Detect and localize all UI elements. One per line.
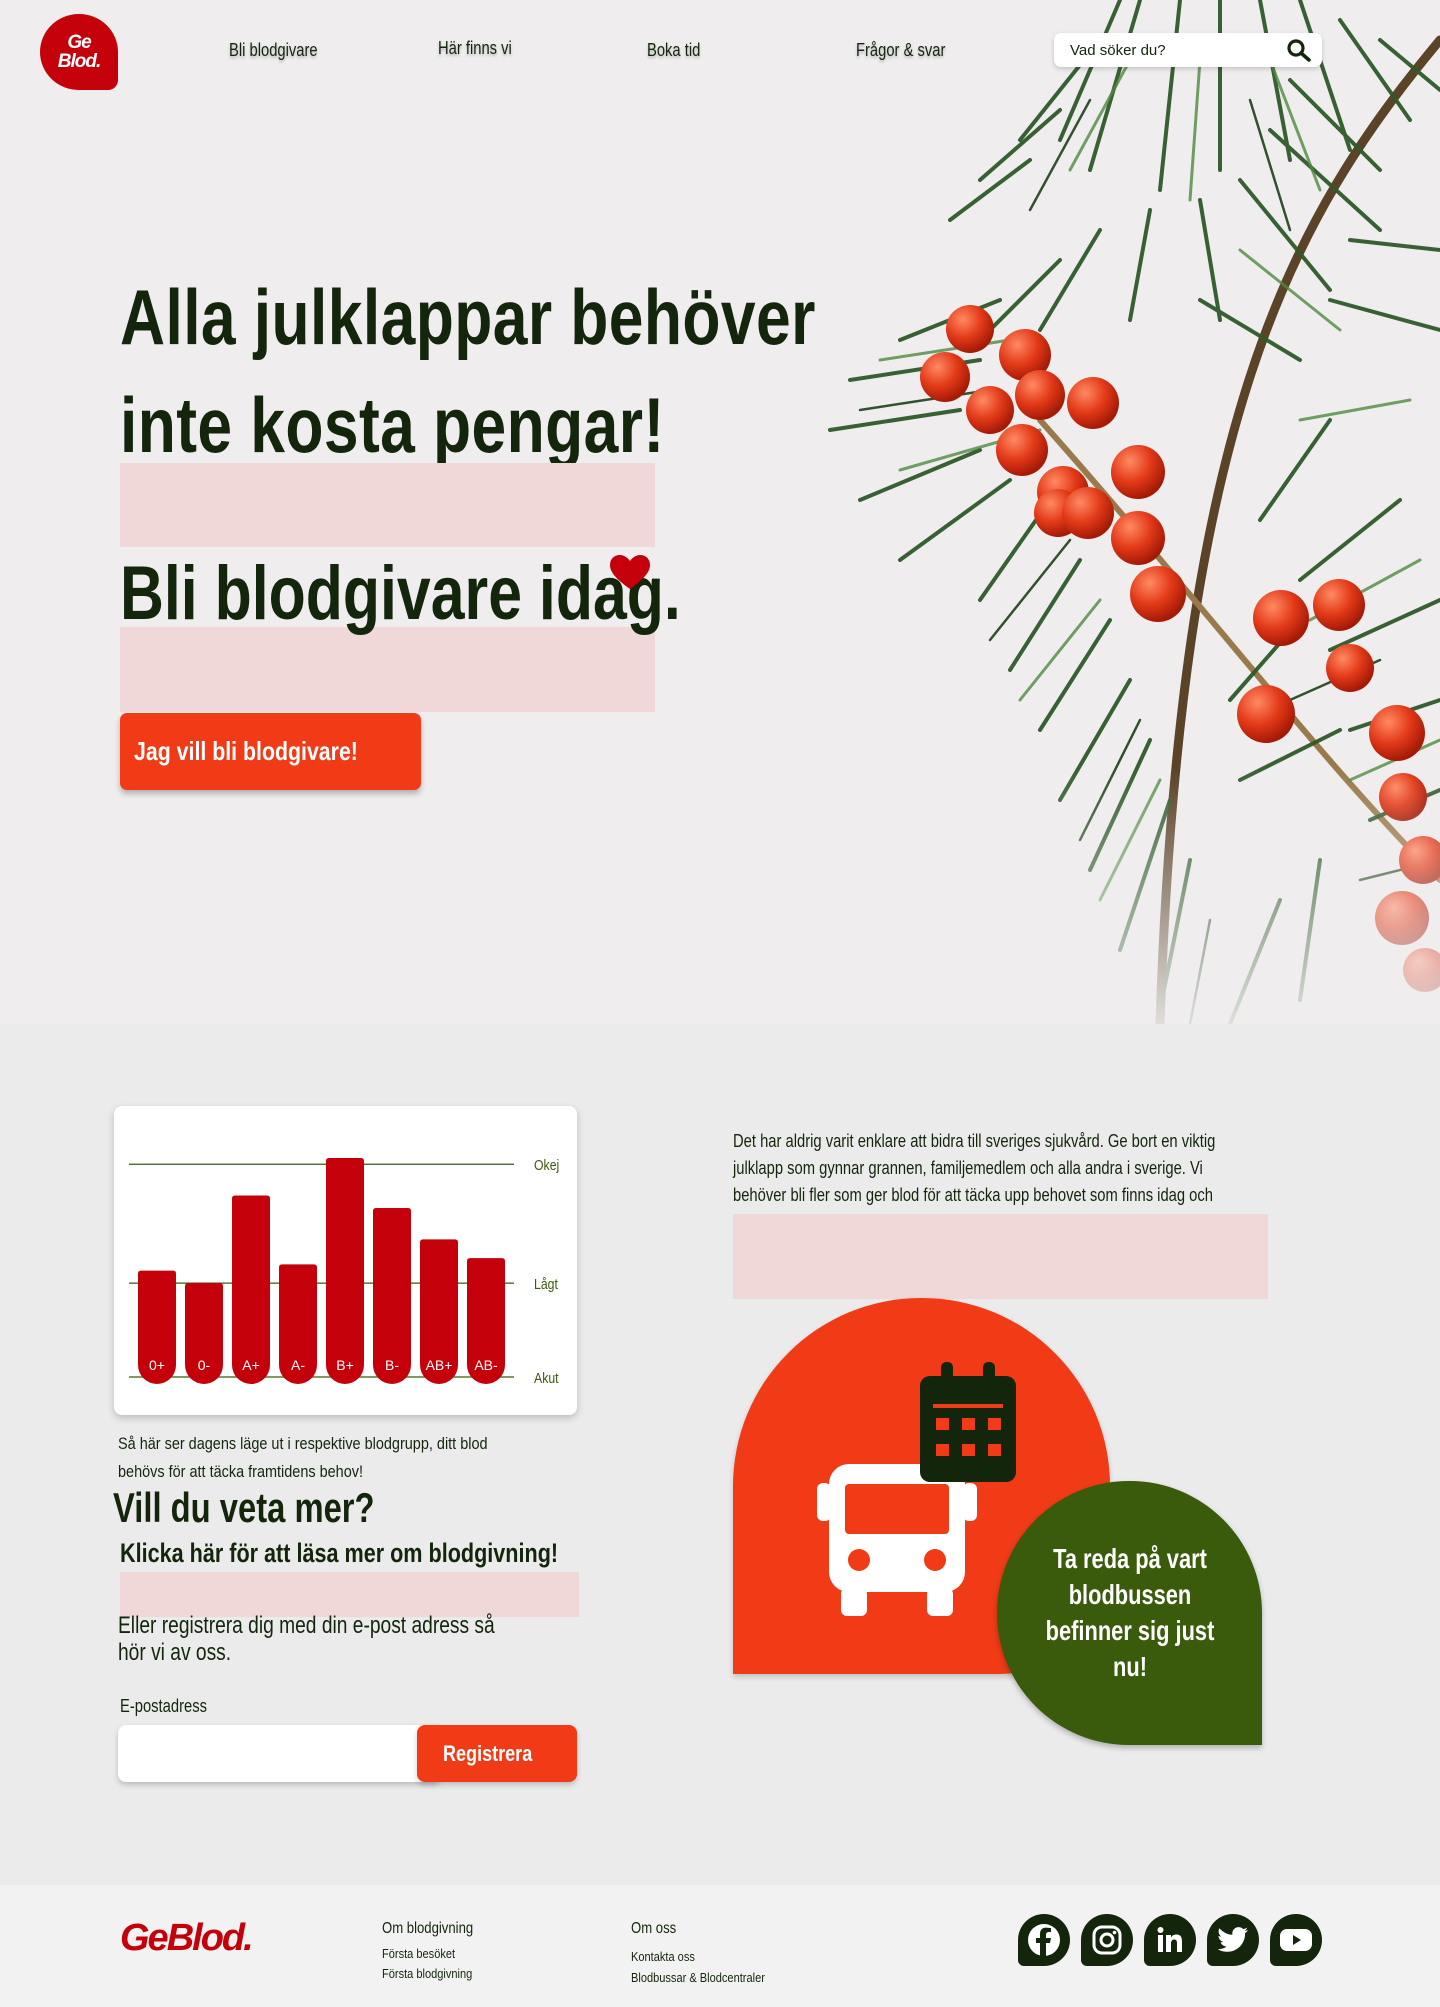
twitter-icon[interactable] [1207,1914,1259,1966]
youtube-icon[interactable] [1270,1914,1322,1966]
blood-level-chart-card: Okej Lågt Akut 0+ 0- A+ A- B+ B- AB+ AB- [114,1106,577,1415]
nav-item-fragor-svar[interactable]: Frågor & svar [856,40,965,61]
hero-subheadline: Bli blodgivare idag. [120,551,681,636]
footer-col-title-om-blodgivning[interactable]: Om blodgivning [382,1920,473,1938]
bar-label: B- [385,1357,399,1373]
youtube-glyph [1280,1929,1312,1951]
find-blood-bus-button[interactable]: Ta reda på vart blodbussen befinner sig … [997,1481,1262,1745]
footer-logo[interactable]: GeBlod. [120,1917,254,1960]
read-more-link[interactable]: Klicka här för att läsa mer om blodgivni… [120,1538,558,1569]
cta-label: Jag vill bli blodgivare! [133,736,358,766]
hero-headline-line-2: inte kosta pengar! [120,381,665,469]
highlight-bar [733,1214,1268,1299]
reference-line-label: Okej [534,1157,559,1173]
search-icon[interactable] [1286,38,1312,62]
footer-link-blodbussar[interactable]: Blodbussar & Blodcentraler [631,1970,765,1985]
nav-label: Här finns vi [438,38,512,58]
bar-label: A- [291,1357,305,1373]
linkedin-icon[interactable] [1144,1914,1196,1966]
nav-label: Frågor & svar [856,40,946,60]
bar-label: 0+ [149,1357,165,1373]
heart-icon [610,555,650,589]
bar-A+ [232,1195,270,1384]
highlight-bar [120,627,655,712]
instagram-glyph [1092,1925,1122,1955]
bar-label: A+ [242,1357,260,1373]
hero-headline-line-1: Alla julklappar behöver [120,273,816,361]
twitter-glyph [1217,1927,1248,1952]
logo-line-2: Blod. [57,51,101,72]
nav-item-har-finns-vi[interactable]: Här finns vi [438,38,528,59]
geblod-logo[interactable]: Ge Blod. [40,14,118,90]
become-donor-button[interactable]: Jag vill bli blodgivare! [120,713,421,790]
bar-B+ [326,1158,364,1384]
bus-icon [817,1464,977,1616]
highlight-bar [120,463,655,547]
search-input[interactable] [1070,33,1270,67]
nav-label: Boka tid [647,40,701,60]
blood-level-chart: Okej Lågt Akut 0+ 0- A+ A- B+ B- AB+ AB- [129,1157,559,1386]
register-button[interactable]: Registrera [417,1725,577,1782]
footer-col-title-om-oss[interactable]: Om oss [631,1920,676,1938]
reference-line-label: Lågt [534,1276,558,1292]
linkedin-glyph [1157,1927,1182,1952]
chart-caption: Så här ser dagens läge ut i respektive b… [118,1434,488,1481]
footer-link-forsta-blodgivning[interactable]: Första blodgivning [382,1966,472,1981]
info-heading: Vill du veta mer? [113,1484,375,1531]
calendar-icon [920,1362,1016,1482]
nav-item-bli-blodgivare[interactable]: Bli blodgivare [229,40,337,61]
footer-link-kontakta-oss[interactable]: Kontakta oss [631,1949,695,1964]
hero-section: Ge Blod. Bli blodgivare Här finns vi Bok… [0,0,1440,1024]
reference-line-label: Akut [534,1370,559,1386]
search-box [1054,33,1322,67]
register-text: Eller registrera dig med din e-post adre… [118,1612,495,1666]
nav-item-boka-tid[interactable]: Boka tid [647,40,712,61]
facebook-glyph [1028,1924,1060,1957]
email-field[interactable] [118,1725,438,1782]
bar-label: AB- [474,1357,498,1373]
email-label: E-postadress [120,1696,207,1716]
bar-label: AB+ [426,1357,453,1373]
logo-line-1: Ge [67,32,91,53]
find-blood-bus-label: Ta reda på vart blodbussen befinner sig … [1045,1543,1214,1682]
bar-label: B+ [336,1357,354,1373]
nav-label: Bli blodgivare [229,40,318,60]
register-button-label: Registrera [442,1740,532,1766]
facebook-icon[interactable] [1018,1914,1070,1966]
bar-label: 0- [198,1357,211,1373]
highlight-bar [120,1572,579,1617]
instagram-icon[interactable] [1081,1914,1133,1966]
footer-link-forsta-besoket[interactable]: Första besöket [382,1946,455,1961]
